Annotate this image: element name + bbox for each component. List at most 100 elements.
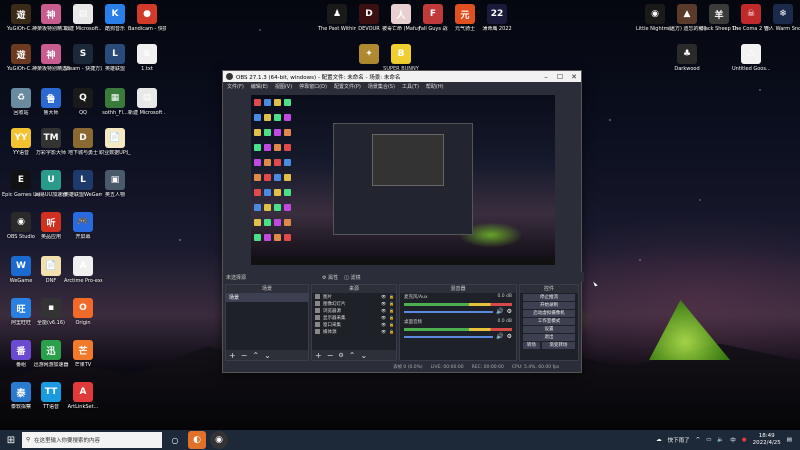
move-down-icon[interactable]: ⌄ [264,351,271,360]
desktop-icon[interactable]: ● Bandicam - 快捷方式 [128,4,166,32]
desktop-icon[interactable]: ⚠ Untitled Goos... [732,44,770,72]
lock-icon[interactable]: 🔒 [389,329,394,334]
gear-icon[interactable]: ⚙ [507,333,512,340]
preview-icon [274,234,281,241]
source-list-item[interactable]: 窗口采集 👁 🔒 [312,321,396,328]
add-scene-button[interactable]: + [229,351,236,360]
taskbar-search-box[interactable]: ⚲ 在这里输入你要搜索的内容 [22,432,162,448]
lock-icon[interactable]: 🔒 [389,315,394,320]
preview-nested-obs-window [333,123,473,235]
exit-button[interactable]: 退出 [523,334,575,341]
minimize-button[interactable]: – [539,73,553,81]
obs-titlebar[interactable]: OBS 27.1.3 (64-bit, windows) - 配置文件: 未命名… [223,71,581,82]
settings-button[interactable]: 设置 [523,326,575,333]
remove-scene-button[interactable]: − [241,351,248,360]
transition-tab[interactable]: 转场 [523,342,540,349]
menu-file[interactable]: 文件(F) [227,83,244,90]
volume-icon[interactable]: 🔈 [717,437,724,443]
desktop-icon[interactable]: ▣ 英五人物 [96,170,134,198]
desktop-app-icon: 📄 [41,256,61,276]
weather-icon[interactable]: ☁ [656,437,662,443]
close-button[interactable]: ✕ [567,73,581,81]
visibility-eye-icon[interactable]: 👁 [381,315,386,320]
desktop-icon[interactable]: A ArtLinkSet... [64,382,102,410]
filters-button[interactable]: ◫ 滤镜 [344,274,360,281]
notification-icon[interactable]: ▤ [787,437,792,443]
app-tray-icon[interactable]: ● [742,437,747,443]
lock-icon[interactable]: 🔒 [389,308,394,313]
preview-icon [274,144,281,151]
source-list-item[interactable]: 显示器采集 👁 🔒 [312,314,396,321]
taskbar-app-obs-icon[interactable]: ◉ [210,431,228,449]
source-list-item[interactable]: 媒体源 👁 🔒 [312,328,396,335]
taskbar-app-firefox-icon[interactable]: ◐ [188,431,206,449]
visibility-eye-icon[interactable]: 👁 [381,322,386,327]
desktop-icon[interactable]: ▤ 新建 Microsoft ... [128,88,166,116]
visibility-eye-icon[interactable]: 👁 [381,301,386,306]
source-settings-icon[interactable]: ⚙ [338,352,343,359]
source-list-item[interactable]: 浏览器源 👁 🔒 [312,307,396,314]
menu-view[interactable]: 视图(V) [275,83,292,90]
obs-preview[interactable] [251,95,555,265]
desktop-app-icon: D [73,128,93,148]
move-down-icon[interactable]: ⌄ [361,351,368,360]
desktop-icon[interactable]: 22 薄命鹰 2022 [478,4,516,32]
scene-item[interactable]: 场景 [226,293,308,302]
preview-icon [274,174,281,181]
move-up-icon[interactable]: ⌃ [252,351,259,360]
remove-source-button[interactable]: − [327,351,334,360]
move-up-icon[interactable]: ⌃ [349,351,356,360]
visibility-eye-icon[interactable]: 👁 [381,329,386,334]
source-list-item[interactable]: 图片 👁 🔒 [312,293,396,300]
lock-icon[interactable]: 🔒 [389,301,394,306]
desktop-icon[interactable]: ≡ 1.txt [128,44,166,72]
lock-icon[interactable]: 🔒 [389,322,394,327]
desktop-app-icon: 神 [41,44,61,64]
studio-mode-button[interactable]: 工作室模式 [523,318,575,325]
visibility-eye-icon[interactable]: 👁 [381,294,386,299]
preview-icon [254,99,261,106]
taskbar-clock[interactable]: 18:49 2022/4/25 [753,433,781,447]
volume-slider[interactable] [404,335,494,338]
menu-scene-collection[interactable]: 场景集合(S) [368,83,395,90]
menu-edit[interactable]: 编辑(E) [251,83,268,90]
properties-button[interactable]: ⚙ 属性 [322,274,338,281]
desktop-icon[interactable]: A Arctime Pro-exe ... [64,256,102,284]
ime-indicator[interactable]: 中 [730,436,736,444]
maximize-button[interactable]: ☐ [553,73,567,81]
menu-docks[interactable]: 停靠窗口(D) [299,83,327,90]
desktop-icon[interactable]: 芒芒果TV [64,340,102,368]
desktop-app-icon: O [73,298,93,318]
start-recording-button[interactable]: 开始录制 [523,302,575,309]
desktop-icon[interactable]: 📄 职业数据UP汇 [96,128,134,156]
menu-profile[interactable]: 配置文件(P) [334,83,361,90]
gear-icon[interactable]: ⚙ [507,308,512,315]
windows-start-icon[interactable]: ⊞ [0,430,22,450]
desktop-icon[interactable]: O Origin [64,298,102,326]
visibility-eye-icon[interactable]: 👁 [381,308,386,313]
speaker-icon[interactable]: 🔊 [496,308,503,315]
lock-icon[interactable]: 🔒 [389,294,394,299]
volume-slider[interactable] [404,310,494,313]
volume-meter [404,303,512,306]
desktop-icon[interactable]: ❄ 雪人 Warm Snow [764,4,800,32]
menu-tools[interactable]: 工具(T) [402,83,419,90]
virtual-camera-button[interactable]: 启动虚拟摄像机 [523,310,575,317]
cortana-icon[interactable]: ○ [166,431,184,449]
transition-select[interactable]: 渐变转场 [541,342,575,349]
desktop-app-icon: TT [41,382,61,402]
desktop-icon[interactable]: ♣ Darkwood [668,44,706,72]
stop-streaming-button[interactable]: 停止推流 [523,294,575,301]
source-list-item[interactable]: 图像幻灯片 👁 🔒 [312,300,396,307]
desktop-icon[interactable]: B SUPER BUNNY [382,44,420,72]
weather-text[interactable]: 快下雨了 [668,436,690,444]
network-icon[interactable]: ▭ [706,437,711,443]
obs-window[interactable]: OBS 27.1.3 (64-bit, windows) - 配置文件: 未命名… [222,70,584,373]
preview-icon [264,99,271,106]
tray-chevron-up-icon[interactable]: ^ [696,437,701,443]
scenes-panel-footer: + − ⌃ ⌄ [226,350,308,360]
speaker-icon[interactable]: 🔊 [496,333,503,340]
menu-help[interactable]: 帮助(H) [426,83,444,90]
desktop-icon[interactable]: 🎮 开屏幕 [64,212,102,240]
add-source-button[interactable]: + [315,351,322,360]
